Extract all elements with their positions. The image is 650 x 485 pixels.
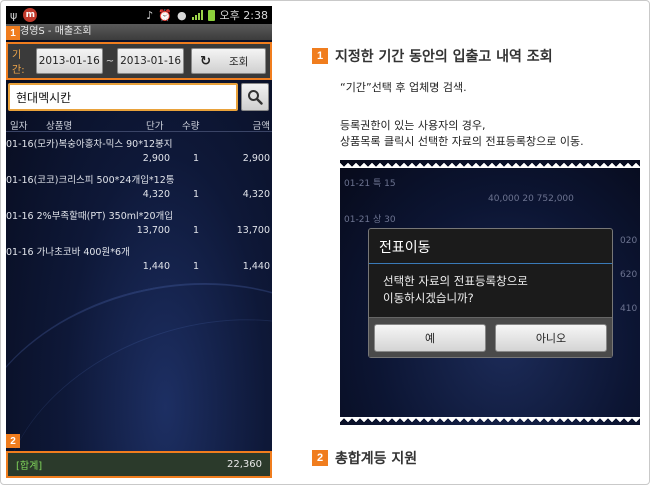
date-from-field[interactable]: 2013-01-16 — [35, 48, 103, 74]
refresh-icon: ↻ — [200, 53, 211, 69]
total-value: 22,360 — [227, 459, 262, 470]
clock: 오후 2:38 — [219, 9, 268, 22]
row-amount: 2,900 — [242, 153, 270, 164]
date-filter-bar: 기간: 2013-01-16 ~ 2013-01-16 ↻ 조회 — [6, 42, 272, 80]
table-row[interactable]: 01-16 가나초코바 400원*6개 1,440 1 1,440 — [6, 242, 272, 278]
sales-list: 01-16(모카)복숭아홍차-믹스 90*12봉지 2,900 1 2,900 … — [6, 134, 272, 278]
yes-button[interactable]: 예 — [374, 324, 486, 352]
preview-row-values: 410 — [620, 304, 638, 314]
row-amount: 1,440 — [242, 261, 270, 272]
signal-icon — [191, 10, 203, 20]
annotation-two-title: 총합계등 지원 — [335, 451, 418, 467]
total-label: [합계] — [16, 461, 43, 472]
marker-one: 1 — [6, 26, 20, 40]
preview-row-values: 020 — [620, 236, 638, 246]
row-price: 4,320 — [142, 189, 170, 200]
dialog-message-line1: 선택한 자료의 전표등록창으로 — [383, 274, 528, 288]
row-product: 01-16(코코)크리스피 500*24개입*12통 — [6, 175, 175, 186]
row-price: 1,440 — [142, 261, 170, 272]
row-price: 13,700 — [136, 225, 170, 236]
preview-row-date: 01-21 특 15 — [344, 179, 396, 189]
row-amount: 13,700 — [236, 225, 270, 236]
usb-icon: ψ — [10, 8, 18, 22]
row-qty: 1 — [193, 261, 200, 272]
dialog-divider — [369, 263, 612, 264]
table-row[interactable]: 01-16 2%부족할때(PT) 350ml*20개입 13,700 1 13,… — [6, 206, 272, 242]
search-row: 현대멕시칸 — [6, 80, 272, 114]
dialog-footer: 예 아니오 — [369, 317, 612, 357]
annotation-two-heading: 2 총합계등 지원 — [312, 448, 417, 468]
row-qty: 1 — [193, 153, 200, 164]
query-button-label: 조회 — [228, 55, 249, 68]
row-price: 2,900 — [142, 153, 170, 164]
status-bar: ψ m ♪ ⏰ ● 오후 2:38 — [6, 6, 272, 24]
wifi-icon: ● — [176, 8, 187, 22]
date-to-field[interactable]: 2013-01-16 — [117, 48, 185, 74]
app-title: 경영S - 매출조회 — [6, 24, 272, 40]
total-bar: [합계] 22,360 — [6, 451, 272, 478]
search-button[interactable] — [241, 83, 269, 111]
dialog-message: 선택한 자료의 전표등록창으로 이동하시겠습니까? — [383, 273, 528, 307]
header-amount: 금액 — [252, 121, 270, 132]
alarm-icon: ⏰ — [158, 8, 172, 22]
header-qty: 수량 — [182, 121, 200, 132]
preview-screenshot: 01-21 특 15 40,000 20 752,000 01-21 상 30 … — [340, 160, 640, 425]
annotation-one-line3: 상품목록 클릭시 선택한 자료의 전표등록창으로 이동. — [340, 135, 584, 148]
table-header: 일자 상품명 단가 수량 금액 — [6, 116, 272, 132]
annotation-one-number: 1 — [312, 48, 328, 64]
company-search-input[interactable]: 현대멕시칸 — [8, 83, 238, 111]
row-qty: 1 — [193, 225, 200, 236]
torn-edge-bottom — [340, 417, 640, 425]
torn-edge-top — [340, 160, 640, 168]
table-row[interactable]: 01-16(코코)크리스피 500*24개입*12통 4,320 1 4,320 — [6, 170, 272, 206]
annotation-one-heading: 1 지정한 기간 동안의 입출고 내역 조회 — [312, 46, 553, 66]
annotation-one-line2: 등록권한이 있는 사용자의 경우, — [340, 119, 486, 132]
no-button[interactable]: 아니오 — [495, 324, 607, 352]
annotation-one-title: 지정한 기간 동안의 입출고 내역 조회 — [335, 49, 553, 65]
battery-icon — [207, 9, 215, 21]
row-amount: 4,320 — [242, 189, 270, 200]
app-badge-icon: m — [23, 8, 38, 22]
header-product: 상품명 — [46, 121, 73, 132]
row-product: 01-16(모카)복숭아홍차-믹스 90*12봉지 — [6, 139, 173, 150]
date-separator: ~ — [105, 55, 115, 67]
mute-icon: ♪ — [146, 8, 154, 22]
preview-row-values: 620 — [620, 270, 638, 280]
marker-two: 2 — [6, 434, 20, 448]
phone-screen: ψ m ♪ ⏰ ● 오후 2:38 경영S - 매출조회 1 기간: 2013-… — [6, 6, 272, 478]
preview-row-date: 01-21 상 30 — [344, 215, 396, 225]
annotation-one-line1: “기간”선택 후 업체명 검색. — [340, 81, 467, 94]
header-date: 일자 — [10, 121, 28, 132]
row-qty: 1 — [193, 189, 200, 200]
row-product: 01-16 가나초코바 400원*6개 — [6, 247, 130, 258]
annotation-two-number: 2 — [312, 450, 328, 466]
dialog-title: 전표이동 — [379, 240, 431, 256]
period-label: 기간: — [12, 50, 25, 76]
search-icon — [248, 90, 263, 105]
header-price: 단가 — [146, 121, 164, 132]
query-button[interactable]: ↻ 조회 — [191, 48, 266, 74]
dialog-message-line2: 이동하시겠습니까? — [383, 291, 474, 305]
move-slip-dialog: 전표이동 선택한 자료의 전표등록창으로 이동하시겠습니까? 예 아니오 — [368, 228, 613, 358]
preview-row-values: 40,000 20 752,000 — [488, 194, 574, 204]
table-row[interactable]: 01-16(모카)복숭아홍차-믹스 90*12봉지 2,900 1 2,900 — [6, 134, 272, 170]
row-product: 01-16 2%부족할때(PT) 350ml*20개입 — [6, 211, 173, 222]
